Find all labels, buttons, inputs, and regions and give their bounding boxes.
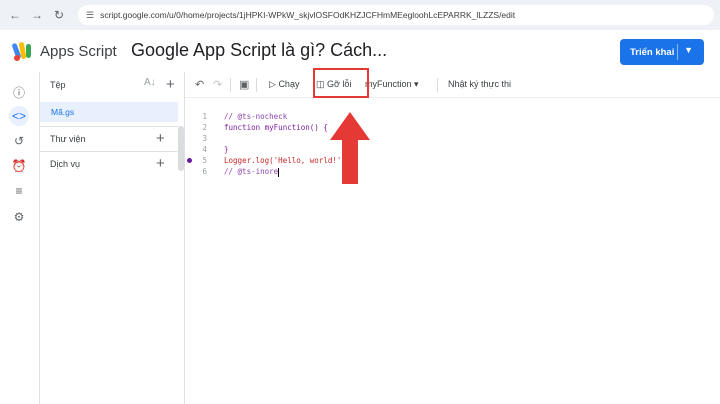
left-rail: ⓘ <> ↺ ⏰ ≡ ⚙ xyxy=(0,72,40,404)
apps-script-logo-icon xyxy=(12,42,31,61)
code-line: 5 Logger.log('Hello, world!'); xyxy=(185,156,720,167)
run-label: Chạy xyxy=(278,79,300,89)
caret-down-icon[interactable]: ▼ xyxy=(684,45,693,55)
dropdown-caret-icon: ▾ xyxy=(414,79,419,89)
executions-icon[interactable]: ≡ xyxy=(9,181,29,201)
add-file-icon[interactable]: + xyxy=(166,77,175,92)
code-line: 4 } xyxy=(185,145,720,156)
save-icon[interactable]: ▣ xyxy=(239,78,249,91)
libraries-label: Thư viện xyxy=(50,134,86,144)
breakpoint-dot[interactable] xyxy=(187,158,192,163)
code-text: // @ts-inore xyxy=(224,167,279,176)
highlight-box xyxy=(313,68,369,98)
app-header: Apps Script Google App Script là gì? Các… xyxy=(0,30,720,72)
toolbar-divider xyxy=(437,78,438,92)
panel-scrollbar[interactable] xyxy=(178,126,184,171)
toolbar-divider xyxy=(230,78,231,92)
info-icon[interactable]: ⓘ xyxy=(9,82,29,102)
text-cursor xyxy=(278,167,280,177)
reload-icon[interactable]: ↻ xyxy=(48,4,70,26)
code-text: // @ts-nocheck xyxy=(224,112,288,121)
code-line: 2 function myFunction() { xyxy=(185,123,720,134)
deploy-button[interactable]: Triển khai ▼ xyxy=(620,39,704,65)
red-arrow-icon xyxy=(330,112,370,184)
file-item-ma-gs[interactable]: Mã.gs xyxy=(40,102,178,122)
line-number: 4 xyxy=(202,145,207,154)
address-bar[interactable]: ☰ script.google.com/u/0/home/projects/1j… xyxy=(78,5,714,25)
line-number: 3 xyxy=(202,134,207,143)
code-line: 3 xyxy=(185,134,720,145)
section-divider xyxy=(40,126,178,127)
code-line: 1 // @ts-nocheck xyxy=(185,112,720,123)
toolbar-divider xyxy=(256,78,257,92)
code-editor: ↶ ↷ ▣ ▷ Chạy ◫ Gỡ lỗi myFunction ▾ Nhật … xyxy=(185,72,720,404)
line-number: 6 xyxy=(202,167,207,176)
function-selector[interactable]: myFunction ▾ xyxy=(365,79,419,90)
sort-az-icon[interactable]: A↓ xyxy=(144,77,156,88)
play-icon: ▷ xyxy=(269,79,276,89)
undo-icon[interactable]: ↶ xyxy=(195,78,204,91)
run-button[interactable]: ▷ Chạy xyxy=(269,79,299,90)
editor-toolbar: ↶ ↷ ▣ ▷ Chạy ◫ Gỡ lỗi myFunction ▾ Nhật … xyxy=(185,72,720,98)
add-service-icon[interactable]: + xyxy=(156,156,165,171)
services-label: Dịch vụ xyxy=(50,159,81,169)
line-number: 1 xyxy=(202,112,207,121)
section-divider xyxy=(40,151,178,152)
deploy-divider xyxy=(677,44,678,60)
url-text: script.google.com/u/0/home/projects/1jHP… xyxy=(100,10,516,20)
code-text: } xyxy=(224,145,229,154)
files-panel: Tệp A↓ + Mã.gs Thư viện + Dịch vụ + xyxy=(40,72,185,404)
add-library-icon[interactable]: + xyxy=(156,131,165,146)
site-info-icon[interactable]: ☰ xyxy=(86,10,94,21)
forward-icon[interactable]: → xyxy=(26,4,48,26)
brand-name: Apps Script xyxy=(40,43,117,60)
redo-icon[interactable]: ↷ xyxy=(213,78,222,91)
back-icon[interactable]: ← xyxy=(4,4,26,26)
line-number: 2 xyxy=(202,123,207,132)
execution-log-button[interactable]: Nhật ký thực thi xyxy=(448,79,511,89)
triggers-alarm-icon[interactable]: ⏰ xyxy=(9,156,29,176)
code-text: function myFunction() { xyxy=(224,123,328,132)
code-text-with-cursor: // @ts-inore xyxy=(224,167,280,177)
code-editor-icon[interactable]: <> xyxy=(9,106,29,126)
file-name: Mã.gs xyxy=(51,107,75,117)
code-line: 6 // @ts-inore xyxy=(185,167,720,178)
function-name: myFunction xyxy=(365,79,412,89)
history-icon[interactable]: ↺ xyxy=(9,131,29,151)
line-number: 5 xyxy=(202,156,207,165)
screenshot-root: ← → ↻ ☰ script.google.com/u/0/home/proje… xyxy=(0,0,720,404)
settings-gear-icon[interactable]: ⚙ xyxy=(9,207,29,227)
deploy-label: Triển khai xyxy=(630,46,675,58)
project-title[interactable]: Google App Script là gì? Cách... xyxy=(131,40,387,61)
files-header: Tệp xyxy=(50,80,66,90)
browser-toolbar: ← → ↻ ☰ script.google.com/u/0/home/proje… xyxy=(0,0,720,30)
